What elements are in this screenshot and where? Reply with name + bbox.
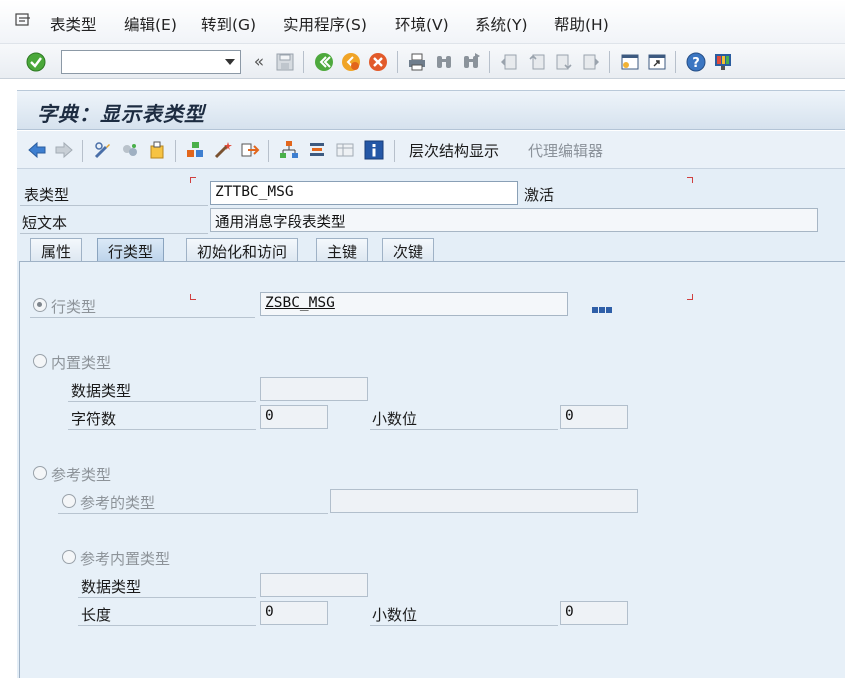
line-type-label: 行类型 (51, 298, 97, 316)
object-nav-icon[interactable] (592, 300, 612, 313)
table-type-label: 表类型 (24, 186, 70, 204)
display-change-icon[interactable] (93, 140, 113, 160)
save-icon[interactable] (275, 52, 295, 72)
prev-page-icon[interactable] (527, 52, 547, 72)
print-icon[interactable] (407, 52, 427, 72)
line-type-radio[interactable] (33, 298, 47, 312)
reference-type-label: 参考类型 (51, 466, 112, 484)
back-arrow-icon[interactable] (27, 140, 47, 160)
data-type-label: 数据类型 (71, 382, 132, 400)
back-icon[interactable] (314, 52, 334, 72)
corner-marker (687, 177, 693, 183)
decimals-label: 小数位 (372, 410, 418, 428)
status-label: 激活 (524, 186, 555, 204)
table-icon[interactable] (335, 140, 355, 160)
proxy-editor-button[interactable]: 代理编辑器 (528, 140, 603, 161)
hierarchy-icon[interactable] (279, 140, 299, 160)
chars-value: 0 (265, 408, 274, 424)
title-bar: 字典：显示表类型 (17, 90, 845, 130)
menu-icon[interactable] (15, 12, 33, 28)
reference-type-radio[interactable] (33, 466, 47, 480)
enter-icon[interactable] (26, 52, 46, 72)
length-field[interactable]: 0 (260, 601, 328, 625)
menu-bar: 表类型 编辑(E) 转到(G) 实用程序(S) 环境(V) 系统(Y) 帮助(H… (0, 0, 845, 44)
last-page-icon[interactable] (581, 52, 601, 72)
tab-line-type[interactable]: 行类型 (97, 238, 165, 262)
tab-secondary-key[interactable]: 次键 (382, 238, 435, 262)
where-used-icon[interactable] (185, 140, 205, 160)
tab-primary-key[interactable]: 主键 (316, 238, 369, 262)
align-icon[interactable] (307, 140, 327, 160)
ref-data-type-label: 数据类型 (81, 578, 142, 596)
chars-field[interactable]: 0 (260, 405, 328, 429)
table-type-field[interactable]: ZTTBC_MSG (210, 181, 518, 205)
tab-attributes[interactable]: 属性 (30, 238, 83, 262)
table-type-value: ZTTBC_MSG (215, 184, 294, 200)
short-text-field[interactable]: 通用消息字段表类型 (210, 208, 818, 232)
tab-panel (19, 261, 845, 678)
menu-utilities[interactable]: 实用程序(S) (283, 13, 367, 35)
chars-label: 字符数 (71, 410, 117, 428)
dropdown-icon[interactable] (225, 59, 235, 65)
new-session-icon[interactable] (620, 52, 640, 72)
hierarchy-display-button[interactable]: 层次结构显示 (409, 140, 499, 161)
ref-data-type-field[interactable] (260, 573, 368, 597)
other-object-icon[interactable] (120, 140, 140, 160)
data-type-field[interactable] (260, 377, 368, 401)
menu-table-type[interactable]: 表类型 (50, 13, 97, 35)
builtin-type-label: 内置类型 (51, 354, 112, 372)
svg-text:?: ? (692, 56, 700, 71)
corner-marker (687, 294, 693, 300)
cancel-icon[interactable] (368, 52, 388, 72)
help-icon[interactable]: ? (686, 52, 706, 72)
activate-icon[interactable] (147, 140, 167, 160)
ref-type-label: 参考的类型 (80, 494, 156, 512)
ref-type-field[interactable] (330, 489, 638, 513)
decimals-value: 0 (565, 408, 574, 424)
decimals-field[interactable]: 0 (560, 405, 628, 429)
ref-type-radio[interactable] (62, 494, 76, 508)
menu-edit[interactable]: 编辑(E) (124, 13, 177, 35)
length-label: 长度 (81, 606, 112, 624)
back-arrows-icon[interactable]: « (249, 52, 269, 72)
forward-arrow-icon[interactable] (54, 140, 74, 160)
find-next-icon[interactable] (461, 52, 481, 72)
shortcut-icon[interactable] (647, 52, 667, 72)
line-type-field[interactable]: ZSBC_MSG (260, 292, 568, 316)
find-icon[interactable] (434, 52, 454, 72)
first-page-icon[interactable] (499, 52, 519, 72)
application-toolbar: 层次结构显示 代理编辑器 (17, 131, 845, 169)
length-value: 0 (265, 604, 274, 620)
menu-environment[interactable]: 环境(V) (395, 13, 449, 35)
next-page-icon[interactable] (554, 52, 574, 72)
ref-decimals-label: 小数位 (372, 606, 418, 624)
magic-wand-icon[interactable] (213, 140, 233, 160)
short-text-value: 通用消息字段表类型 (215, 215, 346, 231)
corner-marker (190, 294, 196, 300)
ref-builtin-label: 参考内置类型 (80, 550, 171, 568)
line-type-value: ZSBC_MSG (265, 295, 335, 311)
corner-marker (190, 177, 196, 183)
ref-decimals-field[interactable]: 0 (560, 601, 628, 625)
exit-icon[interactable] (341, 52, 361, 72)
short-text-label: 短文本 (22, 214, 68, 232)
info-icon[interactable] (364, 140, 384, 160)
navigate-icon[interactable] (240, 140, 260, 160)
ref-builtin-radio[interactable] (62, 550, 76, 564)
page-title: 字典：显示表类型 (37, 102, 205, 126)
builtin-type-radio[interactable] (33, 354, 47, 368)
command-field[interactable] (61, 50, 241, 74)
tab-init-access[interactable]: 初始化和访问 (186, 238, 299, 262)
menu-system[interactable]: 系统(Y) (475, 13, 528, 35)
menu-help[interactable]: 帮助(H) (554, 13, 609, 35)
menu-goto[interactable]: 转到(G) (201, 13, 256, 35)
layout-icon[interactable] (713, 52, 733, 72)
standard-toolbar: « ? (0, 44, 845, 79)
ref-decimals-value: 0 (565, 604, 574, 620)
